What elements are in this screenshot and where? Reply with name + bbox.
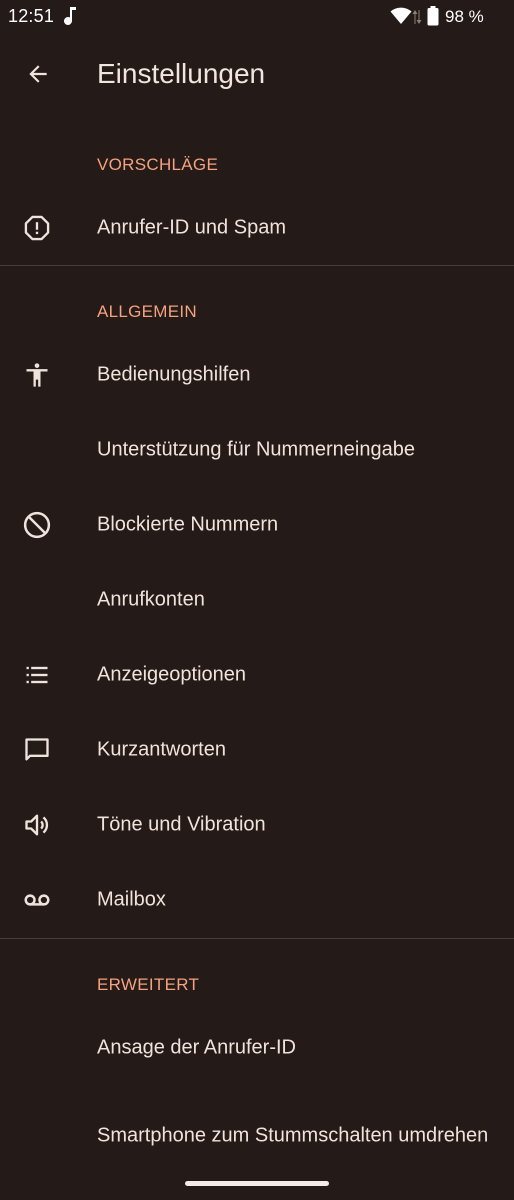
data-arrows-icon bbox=[412, 8, 422, 31]
setting-flip-to-silence[interactable]: Smartphone zum Stummschalten umdrehen bbox=[0, 1098, 514, 1174]
setting-call-accounts[interactable]: Anrufkonten bbox=[0, 562, 514, 637]
setting-label: Töne und Vibration bbox=[97, 813, 266, 835]
back-button[interactable] bbox=[14, 52, 62, 100]
app-bar: Einstellungen bbox=[0, 44, 514, 108]
wifi-icon bbox=[390, 7, 412, 30]
accessibility-icon bbox=[22, 360, 52, 390]
setting-caller-id-spam[interactable]: Anrufer-ID und Spam bbox=[0, 190, 514, 265]
arrow-back-icon bbox=[25, 61, 51, 92]
page-title: Einstellungen bbox=[97, 58, 266, 89]
battery-icon bbox=[427, 6, 439, 31]
setting-label: Kurzantworten bbox=[97, 738, 226, 760]
message-icon bbox=[22, 735, 52, 765]
setting-dialpad-assist[interactable]: Unterstützung für Nummerneingabe bbox=[0, 412, 514, 487]
setting-sounds-vibration[interactable]: Töne und Vibration bbox=[0, 787, 514, 862]
section-header-general: ALLGEMEIN bbox=[97, 302, 198, 321]
navigation-handle[interactable] bbox=[185, 1181, 329, 1186]
setting-label: Ansage der Anrufer-ID bbox=[97, 1036, 296, 1058]
setting-quick-responses[interactable]: Kurzantworten bbox=[0, 712, 514, 787]
setting-label: Anrufkonten bbox=[97, 588, 205, 610]
block-icon bbox=[22, 510, 52, 540]
setting-label: Anzeigeoptionen bbox=[97, 663, 247, 685]
setting-display-options[interactable]: Anzeigeoptionen bbox=[0, 637, 514, 712]
setting-label: Anrufer-ID und Spam bbox=[97, 216, 286, 238]
status-time: 12:51 bbox=[8, 6, 55, 26]
section-divider bbox=[0, 265, 514, 266]
list-icon bbox=[22, 660, 52, 690]
section-header-advanced: ERWEITERT bbox=[97, 975, 200, 994]
setting-accessibility[interactable]: Bedienungshilfen bbox=[0, 337, 514, 412]
setting-blocked-numbers[interactable]: Blockierte Nummern bbox=[0, 487, 514, 562]
setting-label: Blockierte Nummern bbox=[97, 513, 279, 535]
volume-icon bbox=[22, 810, 52, 840]
setting-label: Mailbox bbox=[97, 888, 166, 910]
settings-screen: 12:51 98 % Einstellungen VORSCHLÄGE Anru… bbox=[0, 0, 514, 1200]
status-bar: 12:51 98 % bbox=[0, 0, 514, 34]
setting-label: Smartphone zum Stummschalten umdrehen bbox=[97, 1124, 489, 1147]
setting-caller-id-announcement[interactable]: Ansage der Anrufer-ID bbox=[0, 1010, 514, 1085]
setting-voicemail[interactable]: Mailbox bbox=[0, 862, 514, 937]
section-header-suggestions: VORSCHLÄGE bbox=[97, 155, 219, 174]
alert-octagon-icon bbox=[22, 213, 52, 243]
section-divider bbox=[0, 938, 514, 939]
voicemail-icon bbox=[22, 885, 52, 915]
music-note-icon bbox=[64, 6, 78, 31]
setting-label: Bedienungshilfen bbox=[97, 363, 251, 385]
setting-label: Unterstützung für Nummerneingabe bbox=[97, 438, 415, 460]
battery-percent: 98 % bbox=[445, 7, 484, 26]
